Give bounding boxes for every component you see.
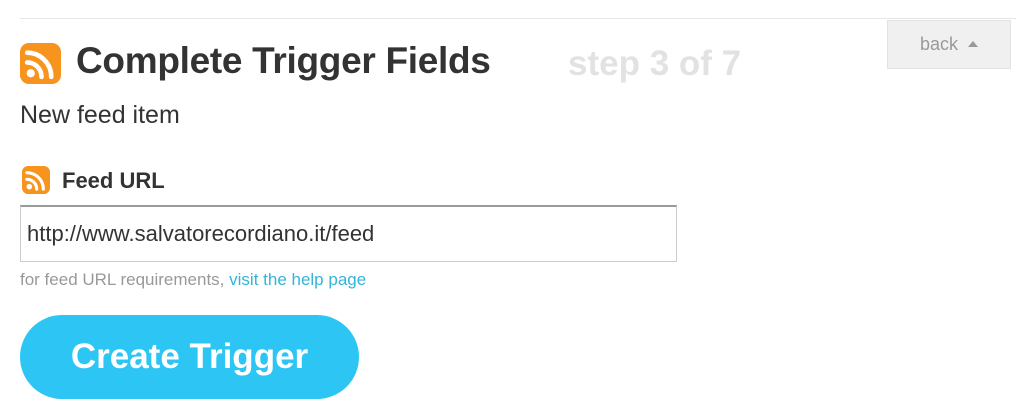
back-button[interactable]: back: [887, 20, 1011, 69]
step-indicator: step 3 of 7: [568, 44, 742, 83]
help-page-link[interactable]: visit the help page: [229, 270, 366, 289]
trigger-name: New feed item: [20, 101, 180, 129]
feed-url-rss-icon: [22, 166, 50, 194]
rss-icon: [20, 43, 61, 84]
trigger-fields-page: back Complete Trigger Fields step 3 of 7…: [0, 0, 1024, 413]
feed-url-help: for feed URL requirements, visit the hel…: [20, 270, 366, 290]
top-divider: [20, 18, 1016, 19]
page-title: Complete Trigger Fields: [76, 40, 491, 81]
feed-url-label: Feed URL: [62, 168, 165, 193]
feed-url-input[interactable]: [20, 205, 677, 262]
back-label: back: [919, 34, 959, 54]
help-prefix: for feed URL requirements,: [20, 270, 230, 289]
create-trigger-button[interactable]: Create Trigger: [20, 315, 359, 399]
caret-up-icon: [968, 40, 979, 47]
